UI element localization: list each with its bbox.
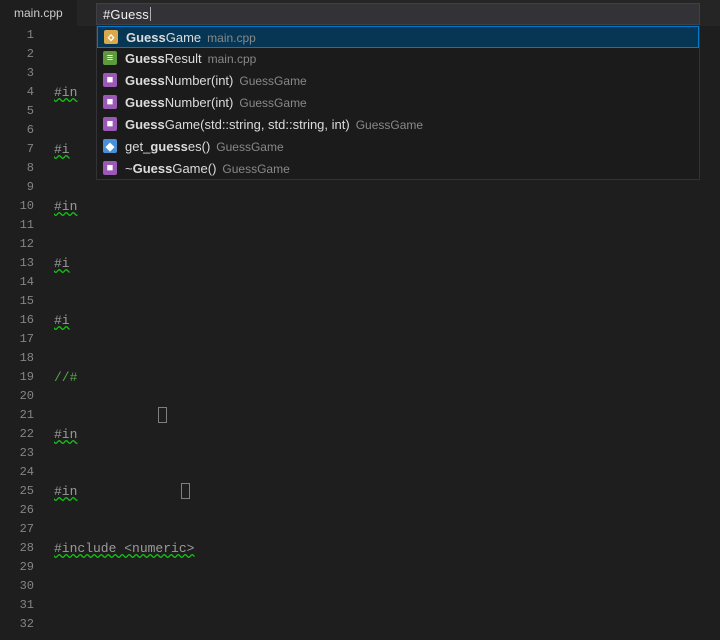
method-icon: ■ xyxy=(103,117,117,131)
text-caret xyxy=(150,7,151,21)
goto-result-label: GuessGamemain.cpp xyxy=(126,30,256,45)
enum-icon: ≡ xyxy=(103,51,117,65)
method-icon: ■ xyxy=(103,161,117,175)
goto-result-item[interactable]: ■ GuessNumber(int)GuessGame xyxy=(97,69,699,91)
method-icon: ■ xyxy=(103,95,117,109)
goto-result-item[interactable]: 🝔 GuessGamemain.cpp xyxy=(97,26,699,48)
goto-result-label: GuessGame(std::string, std::string, int)… xyxy=(125,117,423,132)
goto-result-item[interactable]: ■ GuessGame(std::string, std::string, int… xyxy=(97,113,699,135)
line-number-gutter: 12345678 910111213141516 171819202122232… xyxy=(0,26,46,640)
field-icon: ◆ xyxy=(103,139,117,153)
goto-result-label: ~GuessGame()GuessGame xyxy=(125,161,290,176)
goto-result-label: GuessResultmain.cpp xyxy=(125,51,256,66)
goto-result-item[interactable]: ■ GuessNumber(int)GuessGame xyxy=(97,91,699,113)
goto-result-label: get_guesses()GuessGame xyxy=(125,139,284,154)
cursor-line21 xyxy=(158,407,167,423)
goto-search-text: #Guess xyxy=(103,7,149,22)
goto-result-item[interactable]: ■ ~GuessGame()GuessGame xyxy=(97,157,699,179)
goto-results-list: 🝔 GuessGamemain.cpp ≡ GuessResultmain.cpp ■ G… xyxy=(96,26,700,180)
method-icon: ■ xyxy=(103,73,117,87)
code-line-9: #include <numeric> xyxy=(54,541,194,556)
goto-result-item[interactable]: ◆ get_guesses()GuessGame xyxy=(97,135,699,157)
goto-result-item[interactable]: ≡ GuessResultmain.cpp xyxy=(97,47,699,69)
goto-result-label: GuessNumber(int)GuessGame xyxy=(125,95,307,110)
goto-search-box[interactable]: #Guess xyxy=(96,3,700,25)
class-icon: 🝔 xyxy=(104,30,118,44)
tab-main-cpp[interactable]: main.cpp xyxy=(0,0,77,26)
goto-result-label: GuessNumber(int)GuessGame xyxy=(125,73,307,88)
